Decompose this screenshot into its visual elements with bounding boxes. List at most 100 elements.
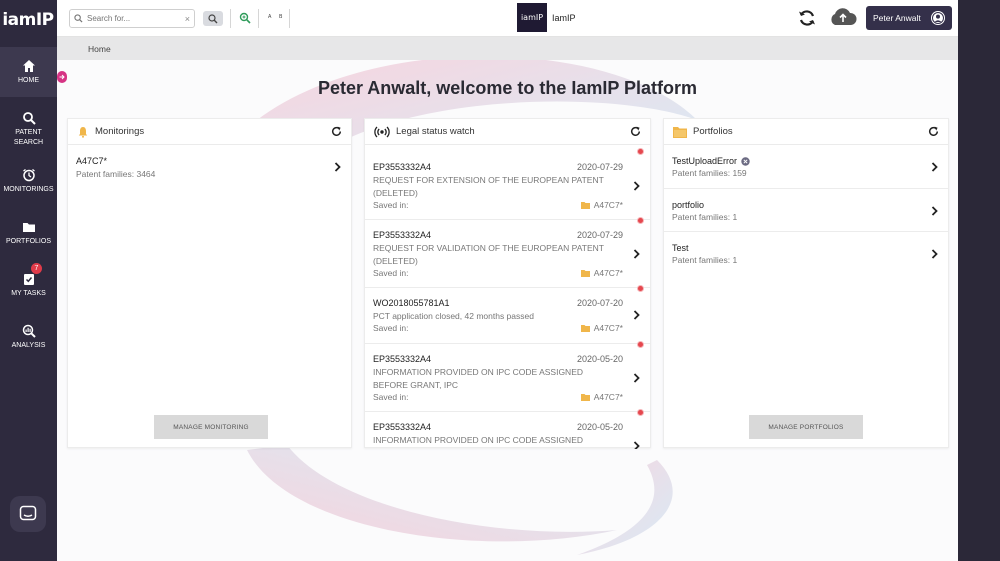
saved-in-value: A47C7* xyxy=(580,323,623,333)
chat-button[interactable] xyxy=(10,496,46,532)
app-logo-badge: iamIP xyxy=(517,3,547,32)
user-icon xyxy=(932,12,944,24)
sidebar-item-label: PORTFOLIOS xyxy=(6,237,51,245)
chevron-right-icon[interactable] xyxy=(334,162,341,172)
main-content: × A B iamIP IamIP Peter Anwalt Home xyxy=(57,0,958,561)
saved-in-value: A47C7* xyxy=(580,392,623,402)
sidebar-item-label: MONITORINGS xyxy=(3,185,54,193)
status-description: REQUEST FOR EXTENSION OF THE EUROPEAN PA… xyxy=(373,175,604,198)
patent-number: EP3553332A4 xyxy=(373,230,432,240)
unread-indicator xyxy=(637,217,644,224)
app-name: IamIP xyxy=(552,13,576,23)
card-title: Legal status watch xyxy=(396,126,475,137)
cloud-upload-icon xyxy=(831,8,857,25)
unread-indicator xyxy=(637,285,644,292)
legal-status-item[interactable]: EP3553332A4 2020-07-29 REQUEST FOR VALID… xyxy=(365,217,650,288)
folder-icon xyxy=(22,222,35,232)
chevron-right-icon[interactable] xyxy=(931,249,938,259)
portfolio-name: portfolio xyxy=(672,200,705,210)
language-toggle-button[interactable]: A B xyxy=(268,14,285,20)
status-date: 2020-07-29 xyxy=(576,162,623,172)
top-bar: × A B iamIP IamIP Peter Anwalt xyxy=(57,0,958,37)
legal-status-item[interactable]: EP3553332A4 2020-05-20 INFORMATION PROVI… xyxy=(365,409,650,449)
search-input[interactable] xyxy=(87,14,177,23)
chevron-right-icon[interactable] xyxy=(633,373,640,383)
arrow-right-icon xyxy=(59,74,65,80)
sidebar-item-home[interactable]: HOME xyxy=(0,47,57,97)
refresh-icon[interactable] xyxy=(630,126,641,137)
bell-icon xyxy=(78,126,88,138)
chevron-right-icon[interactable] xyxy=(931,162,938,172)
refresh-icon[interactable] xyxy=(331,126,342,137)
status-date: 2020-05-20 xyxy=(576,422,623,432)
home-icon xyxy=(22,59,35,72)
patent-number: WO2018055781A1 xyxy=(373,298,450,308)
analysis-icon xyxy=(22,324,36,338)
portfolio-count: Patent families: 159 xyxy=(672,168,747,178)
monitoring-item[interactable]: A47C7* Patent families: 3464 xyxy=(68,146,351,188)
status-date: 2020-05-20 xyxy=(576,354,623,364)
unread-indicator xyxy=(637,341,644,348)
chevron-right-icon[interactable] xyxy=(633,181,640,191)
alarm-clock-icon xyxy=(22,168,35,181)
search-field[interactable]: × xyxy=(69,9,195,28)
patent-number: EP3553332A4 xyxy=(373,354,432,364)
status-description: REQUEST FOR VALIDATION OF THE EUROPEAN P… xyxy=(373,243,604,266)
saved-in-name: A47C7* xyxy=(593,323,623,333)
upload-button[interactable] xyxy=(828,6,858,33)
chevron-right-icon[interactable] xyxy=(931,206,938,216)
saved-in-name: A47C7* xyxy=(593,200,623,210)
monitoring-name: A47C7* xyxy=(76,156,108,166)
sidebar-item-monitorings[interactable]: MONITORINGS xyxy=(0,156,57,206)
user-menu-button[interactable]: Peter Anwalt xyxy=(866,6,952,30)
status-date: 2020-07-29 xyxy=(576,230,623,240)
legal-status-list[interactable]: EP3553332A4 2020-07-29 REQUEST FOR EXTEN… xyxy=(365,146,650,449)
legal-status-item[interactable]: EP3553332A4 2020-05-20 INFORMATION PROVI… xyxy=(365,341,650,412)
legal-status-item[interactable]: EP3553332A4 2020-07-29 REQUEST FOR EXTEN… xyxy=(365,146,650,220)
sync-button[interactable] xyxy=(797,8,817,33)
refresh-icon[interactable] xyxy=(928,126,939,137)
chevron-right-icon[interactable] xyxy=(633,310,640,320)
portfolio-count: Patent families: 1 xyxy=(672,255,738,265)
saved-in-value: A47C7* xyxy=(580,268,623,278)
portfolio-item[interactable]: Test Patent families: 1 xyxy=(664,232,948,275)
divider xyxy=(289,9,290,28)
sidebar-collapse-toggle[interactable] xyxy=(57,71,67,83)
breadcrumb-home[interactable]: Home xyxy=(88,44,111,54)
sidebar-item-label: HOME xyxy=(18,76,39,84)
saved-in-label: Saved in: xyxy=(373,268,409,278)
sidebar-item-analysis[interactable]: ANALYSIS xyxy=(0,312,57,362)
manage-portfolios-button[interactable]: MANAGE PORTFOLIOS xyxy=(749,415,863,439)
search-icon xyxy=(22,111,36,125)
legal-status-card: Legal status watch EP3553332A4 2020-07-2… xyxy=(364,118,651,449)
search-button[interactable] xyxy=(203,11,223,26)
sidebar-item-patent-search[interactable]: PATENT SEARCH xyxy=(0,104,57,154)
portfolio-item[interactable]: portfolio Patent families: 1 xyxy=(664,189,948,232)
portfolio-item[interactable]: TestUploadError Patent families: 159 xyxy=(664,146,948,189)
saved-in-label: Saved in: xyxy=(373,392,409,402)
divider xyxy=(230,9,231,28)
chevron-right-icon[interactable] xyxy=(633,441,640,449)
app-logo[interactable]: iamIP xyxy=(2,5,54,35)
manage-monitoring-button[interactable]: MANAGE MONITORING xyxy=(154,415,268,439)
search-icon xyxy=(74,14,83,23)
broadcast-icon xyxy=(374,126,390,137)
status-description: PCT application closed, 42 months passed xyxy=(373,311,534,321)
sidebar-item-label: PATENT SEARCH xyxy=(13,128,44,146)
card-header: Legal status watch xyxy=(365,119,650,145)
legal-status-item[interactable]: WO2018055781A1 2020-07-20 PCT applicatio… xyxy=(365,285,650,344)
portfolio-count: Patent families: 1 xyxy=(672,212,738,222)
semantic-search-button[interactable] xyxy=(239,11,251,29)
clear-icon[interactable]: × xyxy=(185,14,190,24)
sidebar-item-label: MY TASKS xyxy=(11,289,46,297)
chevron-right-icon[interactable] xyxy=(633,249,640,259)
patent-number: EP3553332A4 xyxy=(373,162,432,172)
card-header: Monitorings xyxy=(68,119,351,145)
divider xyxy=(258,9,259,28)
folder-icon xyxy=(673,126,687,138)
sidebar-item-portfolios[interactable]: PORTFOLIOS xyxy=(0,208,57,258)
green-search-icon xyxy=(239,12,251,24)
sidebar-item-my-tasks[interactable]: 7 MY TASKS xyxy=(0,260,57,310)
status-date: 2020-07-20 xyxy=(576,298,623,308)
sync-icon xyxy=(799,10,815,26)
